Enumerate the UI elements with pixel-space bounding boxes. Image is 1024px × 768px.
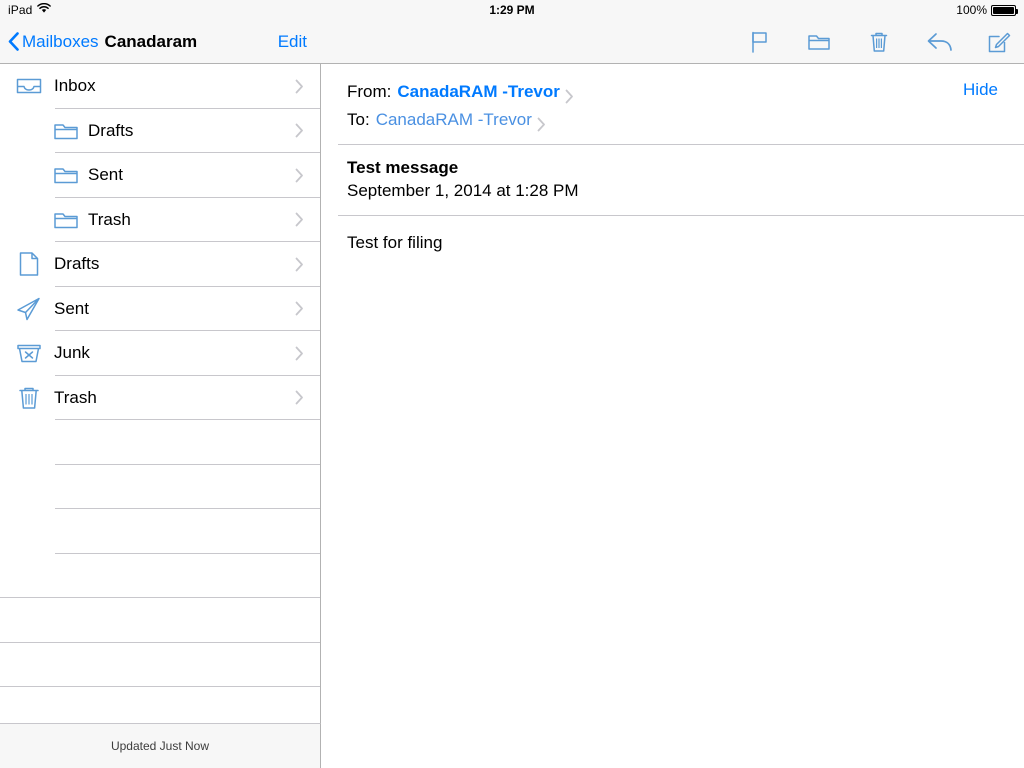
compose-icon[interactable]	[986, 29, 1012, 55]
message-body-text: Test for filing	[347, 233, 443, 252]
back-to-mailboxes-button[interactable]: Mailboxes	[8, 32, 99, 52]
chevron-right-icon	[295, 390, 304, 405]
sidebar-item-drafts[interactable]: Drafts	[0, 242, 320, 287]
folder-move-icon[interactable]	[806, 29, 832, 55]
ipad-mail-app: iPad 1:29 PM 100% Mailboxes Canadaram Ed…	[0, 0, 1024, 768]
sidebar-item-sent[interactable]: Sent	[0, 286, 320, 331]
sidebar-item-label: Trash	[54, 387, 97, 407]
trash-icon[interactable]	[866, 29, 892, 55]
sidebar-item-label: Trash	[88, 209, 131, 229]
chevron-right-icon	[295, 123, 304, 138]
chevron-right-icon	[295, 168, 304, 183]
to-line: To: CanadaRAM -Trevor	[347, 106, 1024, 134]
sidebar-item-label: Sent	[54, 298, 89, 318]
sidebar-navigation-bar: Mailboxes Canadaram Edit	[0, 20, 321, 64]
message-body-block: Test for filing	[321, 216, 1024, 254]
message-toolbar	[321, 20, 1024, 64]
chevron-right-icon	[295, 212, 304, 227]
folder-icon	[52, 161, 80, 189]
toolbar-icon-group	[746, 29, 1012, 55]
empty-list-row	[0, 509, 320, 554]
trash-can-icon	[14, 383, 44, 413]
from-line: From: CanadaRAM -Trevor	[347, 78, 1024, 106]
update-status-label: Updated Just Now	[110, 739, 210, 753]
mailbox-sidebar: Inbox Drafts Sent Trash Drafts Sent Junk Trash	[0, 64, 321, 723]
sidebar-item-trash[interactable]: Trash	[0, 375, 320, 420]
document-icon	[14, 249, 44, 279]
sidebar-item-label: Drafts	[54, 254, 100, 274]
chevron-right-icon	[295, 301, 304, 316]
battery-percent-label: 100%	[956, 3, 987, 17]
chevron-right-icon	[295, 257, 304, 272]
hide-details-button[interactable]: Hide	[963, 80, 998, 100]
inbox-tray-icon	[14, 71, 44, 101]
chevron-right-icon[interactable]	[565, 85, 574, 103]
sidebar-item-trash-sub[interactable]: Trash	[0, 197, 320, 242]
from-sender-link[interactable]: CanadaRAM -Trevor	[397, 78, 559, 106]
status-bar-right: 100%	[956, 3, 1018, 17]
status-bar-time: 1:29 PM	[489, 3, 535, 17]
sidebar-item-label: Inbox	[54, 76, 96, 96]
chevron-right-icon	[295, 79, 304, 94]
empty-list-row	[0, 553, 320, 598]
folder-icon	[52, 206, 80, 234]
chevron-left-icon	[8, 32, 19, 51]
empty-list-row	[0, 598, 320, 643]
page-title: Canadaram	[104, 31, 198, 51]
junk-bin-icon	[14, 338, 44, 368]
empty-list-row	[0, 464, 320, 509]
sidebar-item-drafts-sub[interactable]: Drafts	[0, 108, 320, 153]
empty-list-row	[0, 420, 320, 465]
sidebar-item-junk[interactable]: Junk	[0, 331, 320, 376]
empty-list-row	[0, 687, 320, 723]
to-label: To:	[347, 110, 370, 129]
sidebar-item-label: Junk	[54, 343, 90, 363]
folder-icon	[52, 117, 80, 145]
status-bar: iPad 1:29 PM 100%	[0, 0, 1024, 20]
edit-button[interactable]: Edit	[278, 32, 307, 52]
back-button-label: Mailboxes	[22, 31, 99, 51]
paper-plane-icon	[14, 294, 44, 324]
reply-icon[interactable]	[926, 29, 952, 55]
sidebar-item-label: Sent	[88, 165, 123, 185]
message-date: September 1, 2014 at 1:28 PM	[347, 181, 579, 200]
sidebar-item-label: Drafts	[88, 120, 134, 140]
sidebar-item-inbox[interactable]: Inbox	[0, 64, 320, 109]
chevron-right-icon	[295, 346, 304, 361]
battery-full-icon	[991, 4, 1018, 16]
chevron-right-icon[interactable]	[537, 113, 546, 131]
sidebar-item-sent-sub[interactable]: Sent	[0, 153, 320, 198]
sidebar-footer: Updated Just Now	[0, 723, 321, 768]
message-subject-block: Test message September 1, 2014 at 1:28 P…	[321, 145, 1024, 215]
message-subject: Test message	[347, 158, 459, 177]
from-label: From:	[347, 82, 392, 101]
to-recipient-link[interactable]: CanadaRAM -Trevor	[376, 106, 532, 134]
empty-list-row	[0, 642, 320, 687]
message-detail-pane: From: CanadaRAM -Trevor To: CanadaRAM -T…	[321, 64, 1024, 768]
flag-icon[interactable]	[746, 29, 772, 55]
message-header: From: CanadaRAM -Trevor To: CanadaRAM -T…	[321, 64, 1024, 144]
